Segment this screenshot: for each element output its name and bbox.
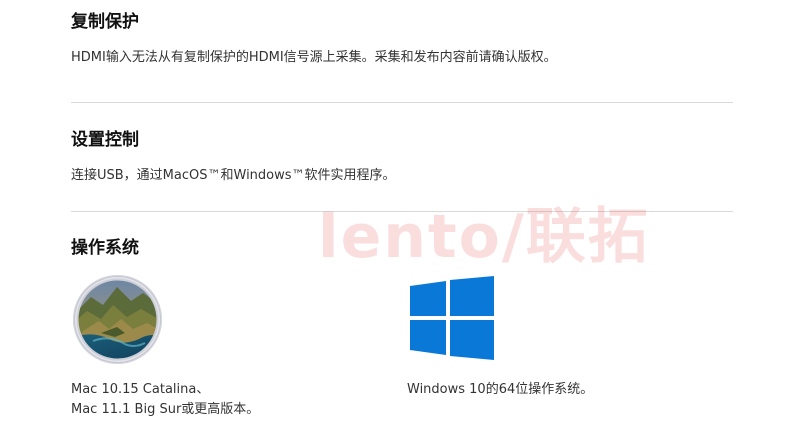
setup-control-text: 连接USB，通过MacOS™和Windows™软件实用程序。 <box>71 168 396 183</box>
mac-os-caption: Mac 10.15 Catalina、 Mac 11.1 Big Sur或更高版… <box>71 380 259 420</box>
watermark-text: lento/联拓 <box>318 202 650 272</box>
macos-catalina-icon <box>73 275 162 364</box>
mac-os-line-1: Mac 10.15 Catalina、 <box>71 382 210 397</box>
windows-caption: Windows 10的64位操作系统。 <box>407 382 594 397</box>
mac-os-line-2: Mac 11.1 Big Sur或更高版本。 <box>71 402 260 417</box>
copy-protection-title: 复制保护 <box>71 12 139 32</box>
copy-protection-section: 复制保护 HDMI输入无法从有复制保护的HDMI信号源上采集。采集和发布内容前请… <box>71 11 733 65</box>
setup-control-section: 设置控制 连接USB，通过MacOS™和Windows™软件实用程序。 <box>71 129 733 183</box>
setup-control-title: 设置控制 <box>71 130 139 150</box>
operating-system-title: 操作系统 <box>71 238 139 258</box>
section-divider <box>71 211 733 212</box>
copy-protection-text: HDMI输入无法从有复制保护的HDMI信号源上采集。采集和发布内容前请确认版权。 <box>71 50 557 65</box>
windows-logo-icon <box>410 276 494 360</box>
section-divider <box>71 102 733 103</box>
operating-system-section: 操作系统 <box>71 237 733 259</box>
